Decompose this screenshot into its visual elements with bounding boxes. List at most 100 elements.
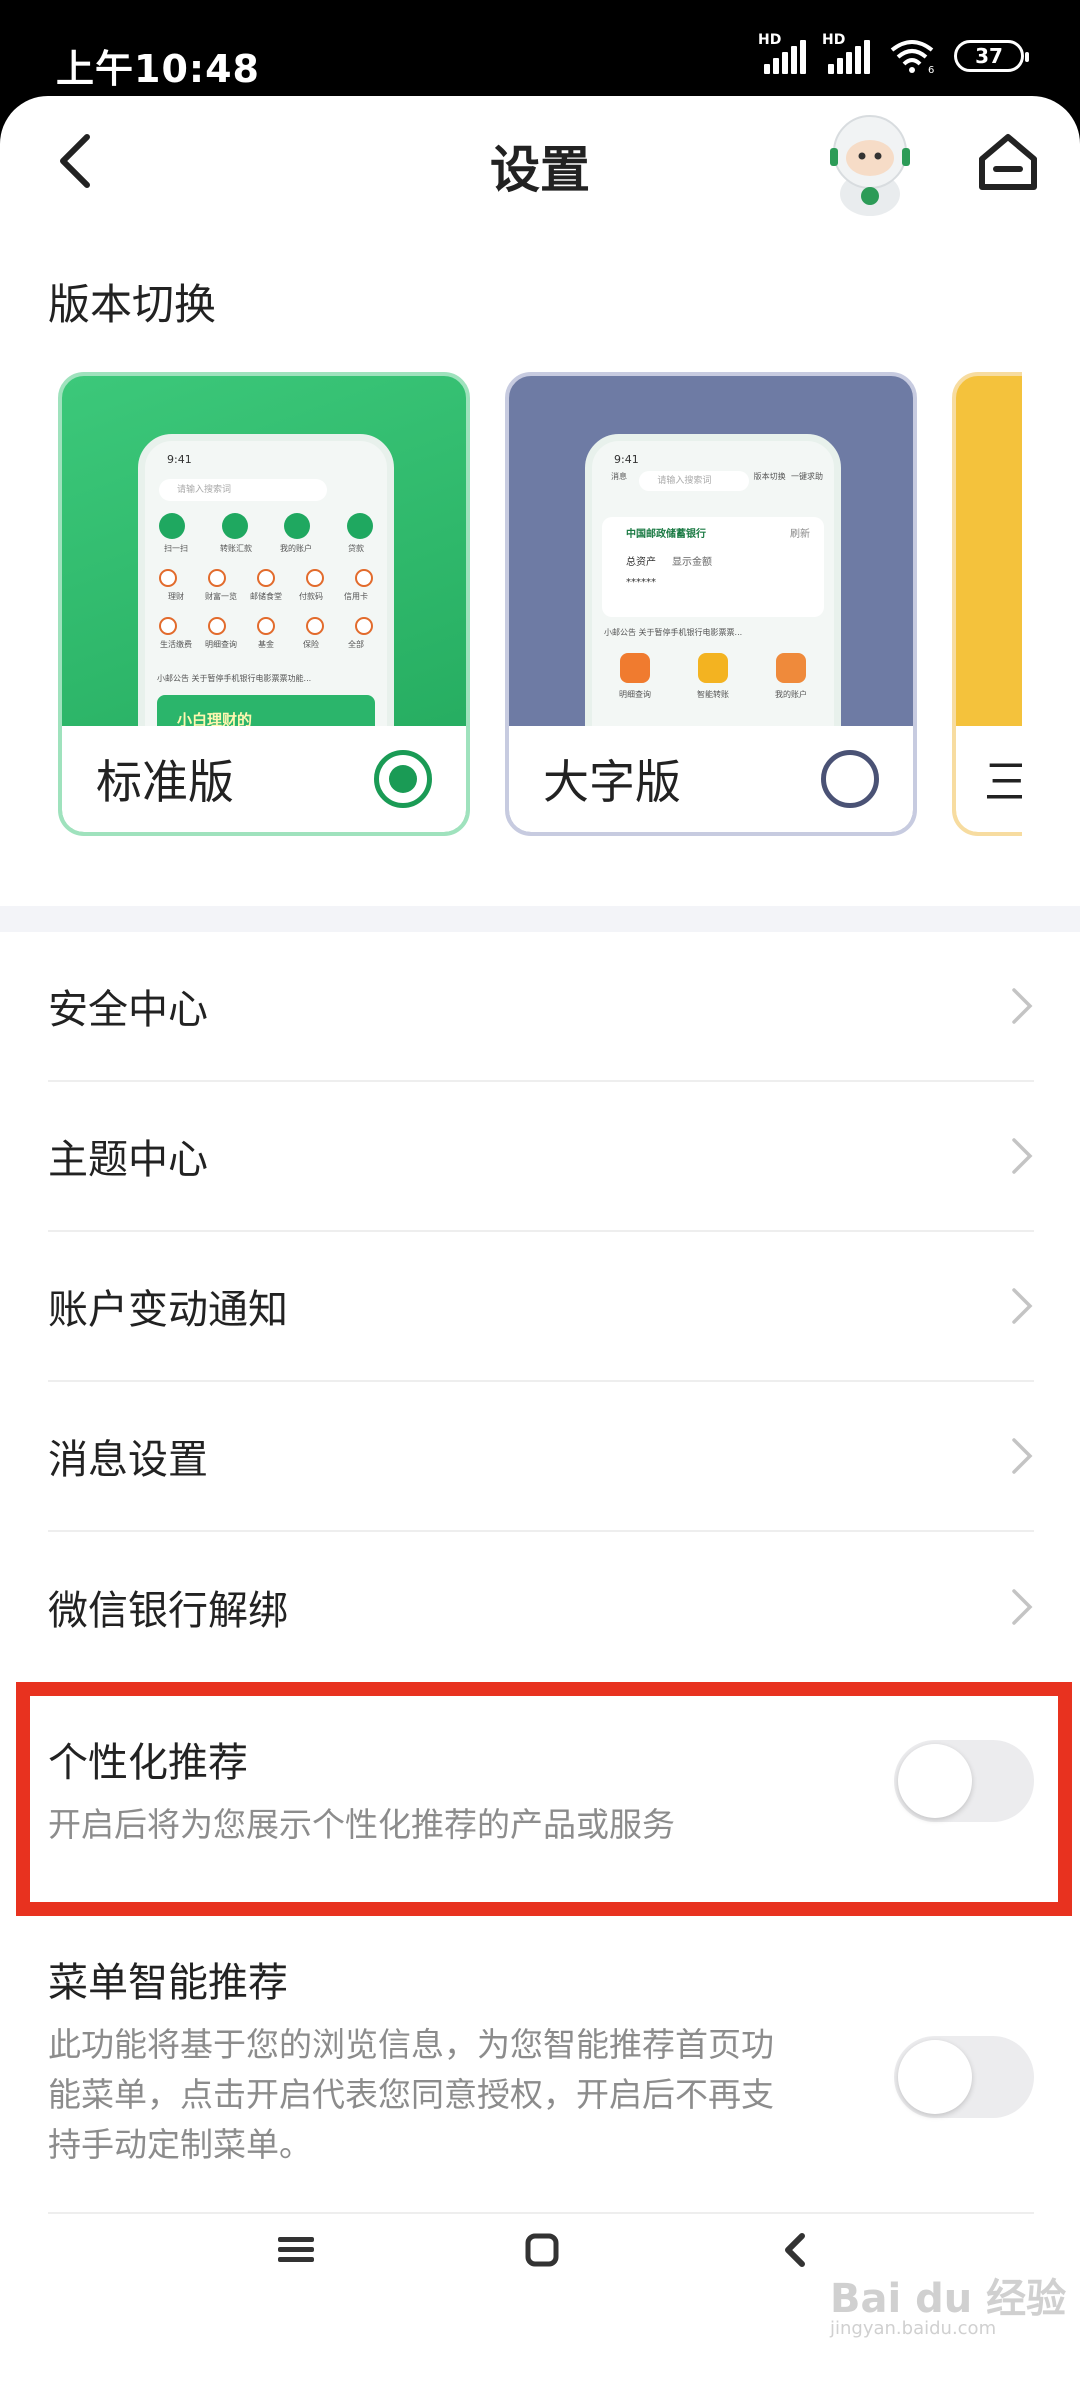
version-label-large: 大字版 bbox=[543, 755, 681, 809]
version-card-standard[interactable]: 9:41 请输入搜索词 扫一扫 转账汇款 我的账户 贷款 理财 财富一览 邮储食… bbox=[58, 372, 470, 836]
preview-caption: 财富一览 bbox=[205, 592, 237, 601]
watermark-logo: Bai du 经验 bbox=[830, 2276, 1067, 2322]
menu-item-wechat-unbind[interactable]: 微信银行解绑 bbox=[48, 1532, 1034, 1682]
version-card-third[interactable]: 三 bbox=[952, 372, 1022, 836]
chevron-right-icon bbox=[1012, 988, 1033, 1024]
preview-function-labels: 明细查询 智能转账 我的账户 bbox=[610, 689, 816, 700]
preview-caption: 明细查询 bbox=[205, 640, 237, 649]
mascot-assistant-icon[interactable] bbox=[820, 108, 920, 218]
standard-preview: 9:41 请输入搜索词 扫一扫 转账汇款 我的账户 贷款 理财 财富一览 邮储食… bbox=[138, 434, 394, 754]
home-icon bbox=[979, 134, 1037, 190]
wifi-tag: 6 bbox=[928, 65, 934, 74]
preview-time: 9:41 bbox=[614, 453, 639, 466]
version-label-bar: 三 bbox=[956, 726, 1022, 832]
menu-item-account-notification[interactable]: 账户变动通知 bbox=[48, 1232, 1034, 1382]
large-preview: 9:41 消息 请输入搜索词 版本切换 一键求助 中国邮政储蓄银行 刷新 总资产… bbox=[585, 434, 841, 754]
preview-search: 请输入搜索词 bbox=[639, 471, 750, 491]
preview-caption: 消息 bbox=[611, 472, 627, 481]
version-label-third: 三 bbox=[984, 746, 1022, 812]
version-switch-title: 版本切换 bbox=[48, 280, 217, 329]
watermark-url: jingyan.baidu.com bbox=[830, 2318, 997, 2339]
menu-item-label: 安全中心 bbox=[48, 987, 208, 1033]
preview-bank-name: 中国邮政储蓄银行 bbox=[626, 529, 706, 540]
menu-item-label: 消息设置 bbox=[48, 1437, 208, 1483]
cellular-signal-icon-2: HD bbox=[822, 32, 870, 74]
preview-caption: 我的账户 bbox=[280, 544, 312, 553]
preview-caption: 全部 bbox=[348, 640, 364, 649]
menu-item-message-settings[interactable]: 消息设置 bbox=[48, 1382, 1034, 1532]
preview-asset-card: 中国邮政储蓄银行 刷新 总资产 显示金额 ****** bbox=[602, 517, 824, 617]
preview-caption: 基金 bbox=[258, 640, 274, 649]
preview-row1-labels: 理财 财富一览 邮储食堂 付款码 信用卡 bbox=[159, 591, 373, 602]
menu-item-security-center[interactable]: 安全中心 bbox=[48, 932, 1034, 1082]
triangle-back-icon bbox=[785, 2233, 805, 2267]
preview-notice: 小邮公告 关于暂停手机银行电影票票功能... bbox=[157, 674, 312, 683]
menu-item-theme-center[interactable]: 主题中心 bbox=[48, 1082, 1034, 1232]
system-back-button[interactable] bbox=[774, 2230, 814, 2270]
row-divider bbox=[48, 2212, 1034, 2214]
chevron-right-icon bbox=[1012, 1288, 1033, 1324]
preview-row1-icons bbox=[159, 569, 373, 587]
version-label-standard: 标准版 bbox=[96, 755, 234, 809]
highlight-annotation-box bbox=[16, 1682, 1072, 1916]
cellular-signal-icon: HD bbox=[758, 32, 806, 74]
preview-caption: 理财 bbox=[168, 592, 184, 601]
description-line: 能菜单，点击开启代表您同意授权，开启后不再支 bbox=[48, 2075, 774, 2114]
battery-level: 37 bbox=[975, 44, 1003, 68]
preview-caption: 付款码 bbox=[299, 592, 323, 601]
preview-quick-labels: 扫一扫 转账汇款 我的账户 贷款 bbox=[159, 543, 373, 554]
preview-refresh: 刷新 bbox=[790, 529, 810, 540]
square-home-icon bbox=[525, 2233, 559, 2267]
preview-quick-icons bbox=[159, 513, 373, 539]
system-home-button[interactable] bbox=[522, 2230, 562, 2270]
preview-notice: 小邮公告 关于暂停手机银行电影票票... bbox=[604, 628, 743, 637]
radio-unselected-icon[interactable] bbox=[821, 750, 879, 808]
preview-masked-value: ****** bbox=[626, 577, 656, 588]
section-divider bbox=[0, 906, 1080, 932]
preview-caption: 扫一扫 bbox=[164, 544, 188, 553]
preview-caption: 信用卡 bbox=[344, 592, 368, 601]
menu-smart-recommendation-row: 菜单智能推荐 此功能将基于您的浏览信息，为您智能推荐首页功 能菜单，点击开启代表… bbox=[48, 1950, 1034, 2202]
preview-caption: 明细查询 bbox=[619, 690, 651, 699]
radio-selected-icon[interactable] bbox=[374, 750, 432, 808]
battery-icon: 37 bbox=[954, 40, 1029, 72]
preview-caption: 转账汇款 bbox=[220, 544, 252, 553]
hd-tag: HD bbox=[758, 32, 782, 48]
toggle-label: 菜单智能推荐 bbox=[48, 1960, 288, 2006]
preview-caption: 版本切换 bbox=[753, 472, 786, 481]
preview-show-amount: 显示金额 bbox=[672, 557, 712, 568]
preview-function-icons bbox=[620, 653, 806, 683]
preview-time: 9:41 bbox=[167, 453, 192, 466]
preview-caption: 智能转账 bbox=[697, 690, 729, 699]
preview-caption: 一键求助 bbox=[790, 472, 823, 481]
status-icons: HD HD 6 37 bbox=[758, 32, 1029, 74]
settings-screen: 设置 版本切换 9:41 请输入搜索词 扫一扫 转账汇款 我的账户 贷款 理财 … bbox=[0, 96, 1080, 2400]
recent-apps-button[interactable] bbox=[276, 2230, 316, 2270]
menu-smart-recommendation-switch[interactable] bbox=[894, 2036, 1034, 2118]
menu-icon bbox=[278, 2237, 314, 2262]
preview-total-assets: 总资产 bbox=[626, 557, 656, 568]
preview-row2-icons bbox=[159, 617, 373, 635]
description-line: 此功能将基于您的浏览信息，为您智能推荐首页功 bbox=[48, 2025, 774, 2064]
wifi-icon: 6 bbox=[890, 40, 934, 74]
preview-caption: 保险 bbox=[303, 640, 319, 649]
nav-bar: 设置 bbox=[0, 96, 1080, 226]
preview-caption: 邮储食堂 bbox=[250, 592, 282, 601]
version-carousel[interactable]: 9:41 请输入搜索词 扫一扫 转账汇款 我的账户 贷款 理财 财富一览 邮储食… bbox=[58, 372, 1022, 842]
chevron-right-icon bbox=[1012, 1589, 1033, 1625]
status-bar: 上午10:48 HD HD 6 37 bbox=[0, 0, 1080, 100]
version-card-large[interactable]: 9:41 消息 请输入搜索词 版本切换 一键求助 中国邮政储蓄银行 刷新 总资产… bbox=[505, 372, 917, 836]
menu-item-label: 账户变动通知 bbox=[48, 1287, 288, 1333]
description-line: 持手动定制菜单。 bbox=[48, 2125, 312, 2164]
menu-item-label: 主题中心 bbox=[48, 1137, 208, 1183]
home-button[interactable] bbox=[968, 122, 1048, 202]
chevron-right-icon bbox=[1012, 1438, 1033, 1474]
preview-caption: 生活缴费 bbox=[160, 640, 192, 649]
version-label-bar: 大字版 bbox=[509, 726, 913, 832]
toggle-description: 此功能将基于您的浏览信息，为您智能推荐首页功 能菜单，点击开启代表您同意授权，开… bbox=[48, 2020, 868, 2170]
status-time: 上午10:48 bbox=[56, 47, 260, 91]
hd-tag-2: HD bbox=[822, 32, 846, 48]
preview-row2-labels: 生活缴费 明细查询 基金 保险 全部 bbox=[159, 639, 373, 650]
menu-item-label: 微信银行解绑 bbox=[48, 1588, 288, 1634]
chevron-right-icon bbox=[1012, 1138, 1033, 1174]
